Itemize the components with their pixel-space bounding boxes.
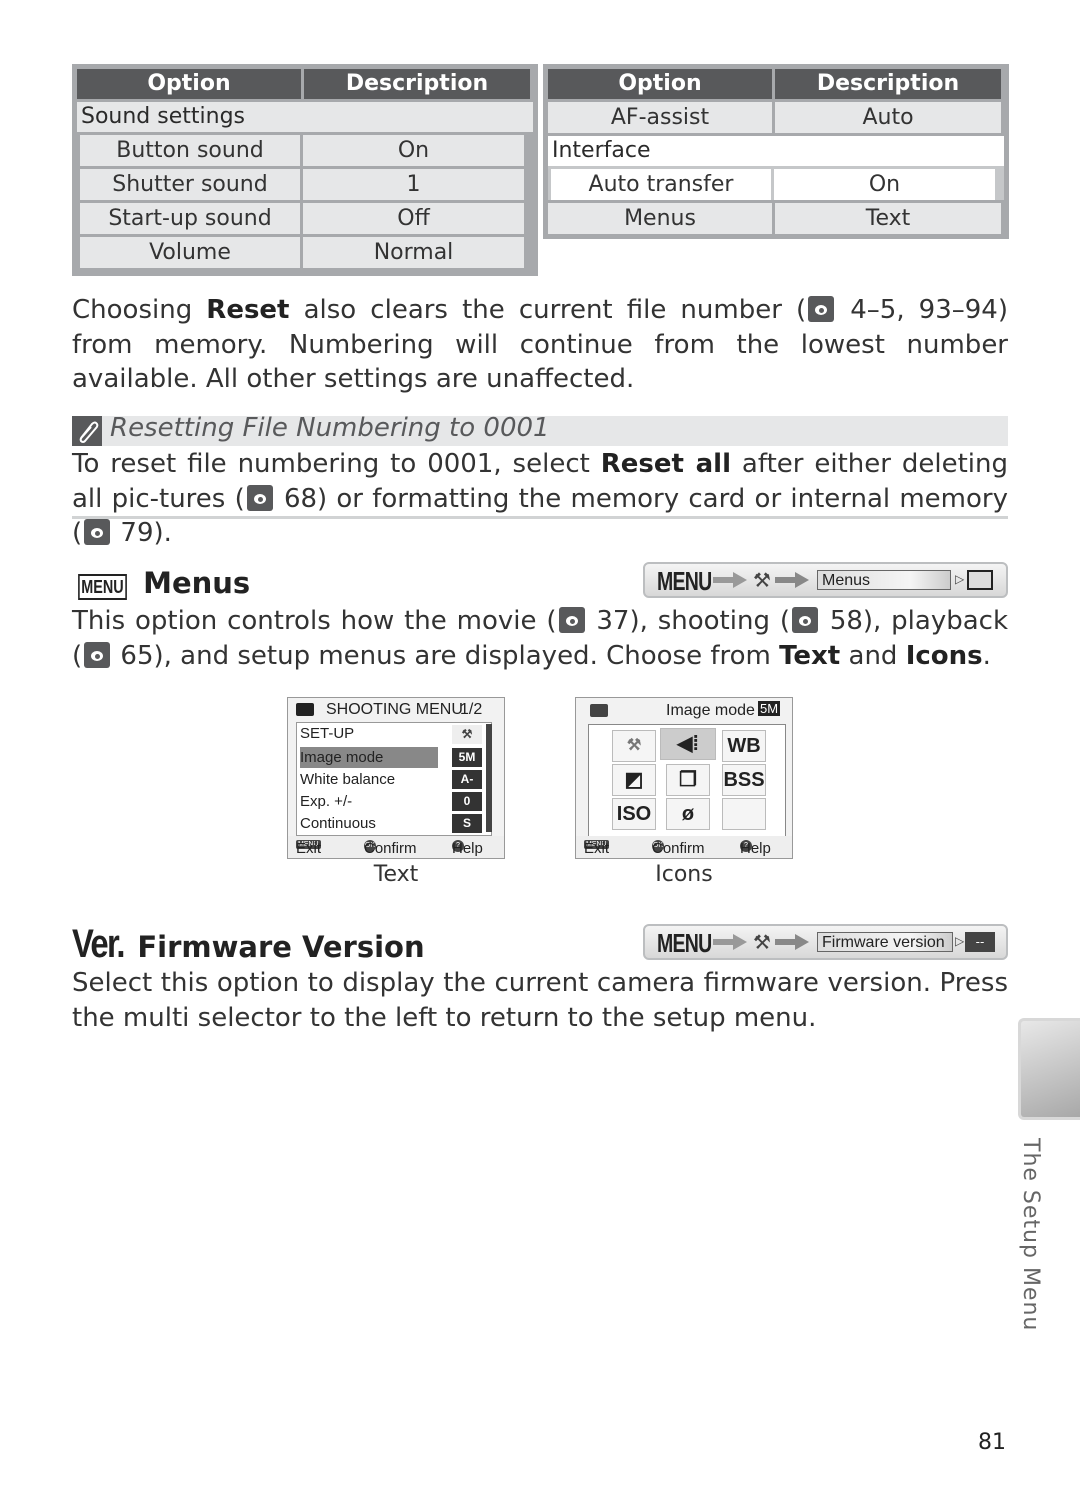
ver-icon: Ver.: [72, 922, 125, 966]
description-cell: On: [774, 169, 995, 200]
menu-value: A-WB: [452, 770, 482, 805]
camera-icon: [590, 704, 608, 717]
image-mode-icon: ◀⁞: [660, 728, 716, 760]
color-options-icon: ø: [666, 798, 710, 830]
menu-item: Continuous: [300, 815, 376, 832]
page-ref-icon: [808, 296, 835, 322]
icons-caption: Icons: [655, 862, 713, 887]
triangle-right-icon: ▷: [955, 572, 965, 586]
option-cell: Start-up sound: [80, 203, 300, 234]
note-header: Resetting File Numbering to 0001: [72, 413, 1008, 446]
option-cell: Menus: [548, 203, 772, 234]
menu-label: MENU: [657, 566, 712, 596]
chapter-label: The Setup Menu: [1018, 1138, 1043, 1332]
option-cell: Auto transfer: [551, 169, 771, 200]
menus-title: Menus: [143, 566, 251, 600]
list-icon: [967, 570, 993, 590]
continuous-icon: ❐: [666, 764, 710, 796]
screen-footer: MENU Exit OK Confirm ? Help: [576, 836, 792, 858]
exposure-icon: ◩: [612, 764, 656, 796]
empty-cell: [722, 798, 766, 830]
wrench-icon: ⚒: [452, 725, 482, 744]
description-cell: Normal: [303, 237, 524, 268]
triangle-right-icon: ▷: [955, 934, 965, 948]
wrench-icon: ⚒: [753, 930, 771, 954]
arrow-icon: [775, 572, 809, 588]
page-ref-icon: [791, 607, 818, 633]
menu-value: 0: [452, 792, 482, 811]
screen-title: Image mode: [666, 702, 755, 719]
chapter-tab: [1018, 1018, 1080, 1120]
menu-item: White balance: [300, 771, 396, 788]
wrench-icon: ⚒: [753, 568, 771, 592]
sound-settings-table: Option Description Sound settings Button…: [72, 64, 538, 276]
menu-value: 5M: [452, 748, 482, 767]
text-menu-screenshot: SHOOTING MENU 1/2 SET-UP Image mode Whit…: [287, 697, 505, 859]
arrow-icon: [713, 934, 747, 950]
menu-label: MENU: [657, 928, 712, 958]
firmware-path-bar: MENU ⚒ Firmware version ▷ --: [643, 924, 1008, 960]
option-cell: Volume: [80, 237, 300, 268]
header-description: Description: [304, 69, 530, 99]
mode-badge: 5M: [758, 701, 781, 716]
wb-icon: WB: [722, 730, 766, 762]
path-field: Menus: [817, 570, 951, 590]
group-label: Sound settings: [77, 102, 533, 132]
menu-value: S: [452, 814, 482, 833]
option-cell: Shutter sound: [80, 169, 300, 200]
menus-path-bar: MENU ⚒ Menus ▷: [643, 562, 1008, 598]
bss-icon: BSS: [722, 764, 766, 796]
interface-table: Option Description AF-assist Auto Interfa…: [543, 64, 1009, 239]
note-title: Resetting File Numbering to 0001: [110, 413, 550, 443]
page-ref-icon: [84, 641, 111, 668]
firmware-value: --: [965, 932, 995, 952]
text-caption: Text: [373, 862, 419, 887]
scrollbar: [486, 724, 492, 832]
description-cell: 1: [303, 169, 524, 200]
header-option: Option: [77, 69, 301, 99]
reset-paragraph: Choosing Reset also clears the current f…: [72, 295, 1008, 394]
page-ref-icon: [558, 607, 585, 633]
wrench-icon: ⚒: [612, 730, 656, 762]
option-cell: AF-assist: [548, 102, 772, 133]
group-label: Interface: [548, 136, 1004, 166]
firmware-title: Firmware Version: [137, 930, 425, 964]
paperclip-icon: [72, 416, 102, 446]
arrow-icon: [713, 572, 747, 588]
camera-icon: [296, 703, 314, 716]
menus-heading: MENU Menus: [72, 566, 250, 600]
page-ref-icon: [84, 519, 111, 545]
firmware-body: Select this option to display the curren…: [72, 968, 1008, 1033]
option-cell: Button sound: [80, 135, 300, 166]
screen-title: SHOOTING MENU: [326, 701, 463, 718]
icons-menu-screenshot: Image mode 5M ⚒ ◀⁞ WB ◩ ❐ BSS ISO ø MENU…: [575, 697, 793, 859]
description-cell: Off: [303, 203, 524, 234]
note-body: To reset file numbering to 0001, select …: [72, 449, 1008, 548]
page-ref-icon: [246, 484, 273, 511]
note-divider: [72, 516, 1008, 519]
page-number: 81: [978, 1430, 1006, 1455]
menu-icon: MENU: [78, 574, 127, 600]
description-cell: Auto: [775, 102, 1001, 133]
path-field: Firmware version: [817, 932, 953, 952]
menus-body: This option controls how the movie ( 37)…: [72, 606, 1009, 671]
page-indicator: 1/2: [460, 701, 483, 718]
iso-icon: ISO: [612, 798, 656, 830]
menu-item: Exp. +/-: [300, 793, 353, 810]
description-cell: Text: [775, 203, 1001, 234]
firmware-heading: Ver. Firmware Version: [72, 922, 425, 967]
menu-item: SET-UP: [300, 725, 355, 742]
header-description: Description: [775, 69, 1001, 99]
header-option: Option: [548, 69, 772, 99]
screen-footer: MENU Exit OK Confirm ? Help: [288, 836, 504, 858]
arrow-icon: [775, 934, 809, 950]
description-cell: On: [303, 135, 524, 166]
menu-item: Image mode: [300, 749, 384, 766]
